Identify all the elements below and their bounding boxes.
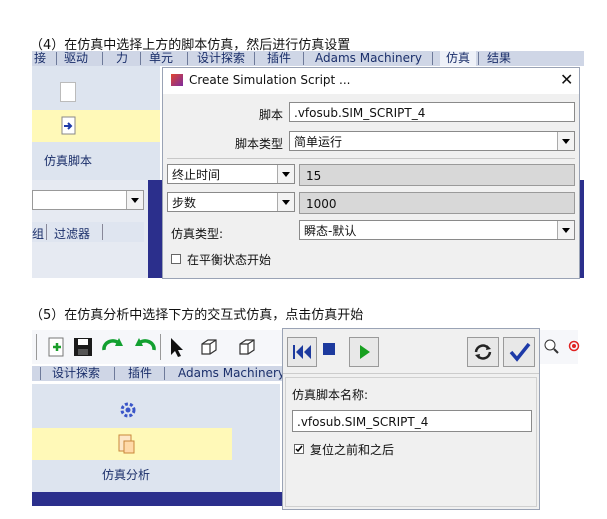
script-name-label: 仿真脚本名称: <box>292 388 369 402</box>
browser-panel: 组 过滤器 <box>32 180 148 278</box>
script-type-label: 脚本类型 <box>235 137 284 151</box>
dialog-title: Create Simulation Script ... <box>189 73 351 87</box>
settings-gear-icon[interactable] <box>118 400 138 420</box>
rewind-icon <box>293 345 311 359</box>
tab-group[interactable]: 组 <box>32 225 44 242</box>
create-sim-script-dialog: Create Simulation Script ... ✕ 脚本 .vfosu… <box>162 67 580 279</box>
tab-plugin[interactable]: 插件 <box>267 51 291 66</box>
sim-analysis-label: 仿真分析 <box>102 468 151 482</box>
ok-button[interactable] <box>503 337 535 367</box>
ribbon-tab-bar-2: 设计探索 插件 Adams Machinery <box>32 366 285 381</box>
save-icon[interactable] <box>72 336 94 358</box>
script-sim-label: 仿真脚本 <box>44 154 93 168</box>
viewport-bottom <box>32 492 282 506</box>
tab-connect[interactable]: 接 <box>34 51 46 66</box>
steps-label: 步数 <box>172 196 197 210</box>
script-type-value: 简单运行 <box>294 135 343 149</box>
play-icon <box>360 345 370 359</box>
select-cursor-icon[interactable] <box>166 336 188 358</box>
view-cube-icon[interactable] <box>198 336 220 358</box>
sim-type-value: 瞬态-默认 <box>304 224 357 238</box>
script-sim-icon <box>61 116 76 135</box>
end-time-label: 终止时间 <box>172 168 221 182</box>
script-name-field[interactable]: .vfosub.SIM_SCRIPT_4 <box>289 102 575 122</box>
undo-icon[interactable] <box>100 336 130 358</box>
sim-control-toolbar <box>283 329 539 374</box>
step5-caption: （5）在仿真分析中选择下方的交互式仿真，点击仿真开始 <box>30 308 364 323</box>
reset-checkbox[interactable] <box>294 444 304 454</box>
view-iso-icon[interactable] <box>236 336 258 358</box>
ribbon-analysis-group: 仿真分析 <box>32 384 280 492</box>
redo-icon[interactable] <box>130 336 158 358</box>
steps-field[interactable]: 1000 <box>299 192 575 214</box>
stop-icon[interactable] <box>323 343 335 355</box>
browser-combo[interactable] <box>32 190 144 210</box>
zoom-icon[interactable] <box>543 338 559 356</box>
script-name-input[interactable]: .vfosub.SIM_SCRIPT_4 <box>292 410 532 432</box>
tab-force[interactable]: 力 <box>116 51 128 66</box>
close-icon[interactable]: ✕ <box>560 70 573 89</box>
script-sim-highlight[interactable] <box>32 110 160 142</box>
steps-select[interactable]: 步数 <box>167 192 295 212</box>
equilibrium-label: 在平衡状态开始 <box>187 253 272 267</box>
refresh-icon <box>474 344 492 360</box>
tab-results[interactable]: 结果 <box>487 51 511 66</box>
reset-label: 复位之前和之后 <box>310 443 395 457</box>
play-button[interactable] <box>349 337 379 367</box>
tab-simulation[interactable]: 仿真 <box>440 51 477 66</box>
document-icon <box>60 82 76 102</box>
sim-type-label: 仿真类型: <box>171 227 224 241</box>
end-time-select[interactable]: 终止时间 <box>167 164 295 184</box>
sim-settings-group: 仿真脚本名称: .vfosub.SIM_SCRIPT_4 复位之前和之后 <box>285 377 537 507</box>
tab-drive[interactable]: 驱动 <box>64 51 88 66</box>
app-icon <box>171 74 183 86</box>
rewind-button[interactable] <box>287 337 317 367</box>
end-time-field[interactable]: 15 <box>299 164 575 186</box>
interactive-sim-dialog: 仿真脚本名称: .vfosub.SIM_SCRIPT_4 复位之前和之后 <box>282 328 540 510</box>
script-label: 脚本 <box>259 108 284 122</box>
ribbon-tab-bar: 接 驱动 力 单元 设计探索 插件 Adams Machinery 仿真 结果 <box>32 51 584 66</box>
tab-design-explore-2[interactable]: 设计探索 <box>52 366 100 381</box>
interactive-sim-highlight[interactable] <box>32 428 232 460</box>
viewport-edge <box>148 180 162 278</box>
tab-design-explore[interactable]: 设计探索 <box>197 51 245 66</box>
new-model-icon[interactable] <box>46 336 68 358</box>
ribbon-script-group: 仿真脚本 <box>32 66 160 180</box>
interactive-sim-icon <box>118 434 135 454</box>
browser-tabs: 组 过滤器 <box>32 222 144 242</box>
equilibrium-checkbox[interactable] <box>171 254 181 264</box>
tab-adams-machinery[interactable]: Adams Machinery <box>315 51 422 66</box>
sim-type-select[interactable]: 瞬态-默认 <box>299 220 575 240</box>
record-icon[interactable] <box>568 340 580 352</box>
script-type-select[interactable]: 简单运行 <box>289 131 575 151</box>
tab-filter[interactable]: 过滤器 <box>54 225 90 242</box>
checkmark-icon <box>509 342 531 362</box>
tab-adams-machinery-2[interactable]: Adams Machinery <box>178 366 285 381</box>
dialog-titlebar: Create Simulation Script ... ✕ <box>163 68 579 94</box>
reset-button[interactable] <box>467 337 499 367</box>
tab-element[interactable]: 单元 <box>149 51 173 66</box>
tab-plugin-2[interactable]: 插件 <box>128 366 152 381</box>
